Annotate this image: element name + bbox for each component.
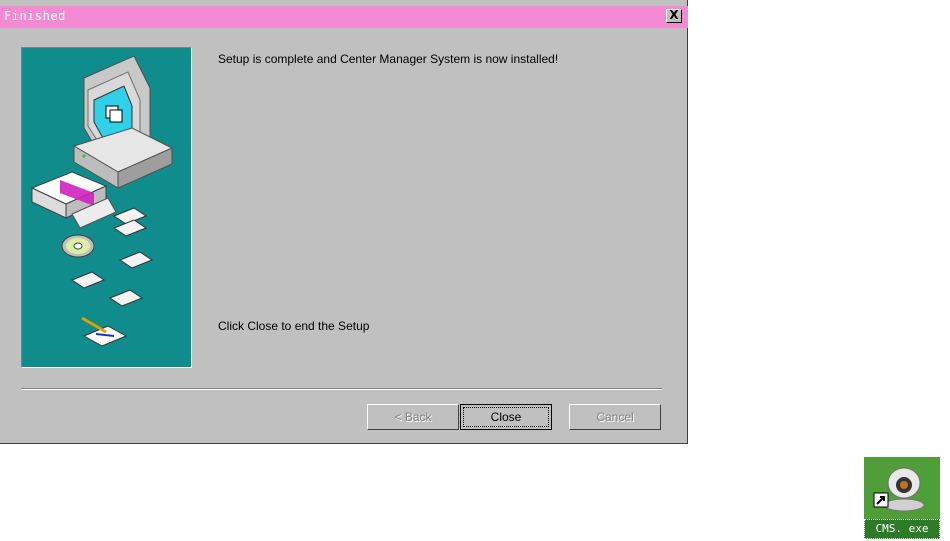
software-box-icon	[30, 171, 117, 229]
button-divider	[21, 388, 662, 390]
close-button-label: Close	[463, 407, 549, 427]
back-button[interactable]: < Back	[367, 404, 459, 430]
title-bar[interactable]: Finished X	[0, 6, 688, 28]
computer-disks-illustration	[30, 55, 174, 347]
desktop-shortcut-label: CMS. exe	[864, 519, 940, 539]
desktop-shortcut[interactable]: CMS. exe	[864, 457, 940, 541]
setup-dialog: Finished X Setup is complete and Center …	[0, 0, 688, 444]
webcam-shortcut-icon	[864, 457, 940, 521]
window-title: Finished	[4, 9, 66, 23]
setup-illustration	[21, 47, 192, 368]
close-window-button[interactable]: X	[666, 9, 682, 23]
setup-complete-message: Setup is complete and Center Manager Sys…	[218, 52, 559, 66]
cd-disc-icon	[61, 234, 95, 258]
document-pen-icon	[81, 316, 128, 347]
close-button[interactable]: Close	[460, 404, 552, 430]
cancel-button[interactable]: Cancel	[569, 404, 661, 430]
close-instruction-message: Click Close to end the Setup	[218, 319, 370, 333]
